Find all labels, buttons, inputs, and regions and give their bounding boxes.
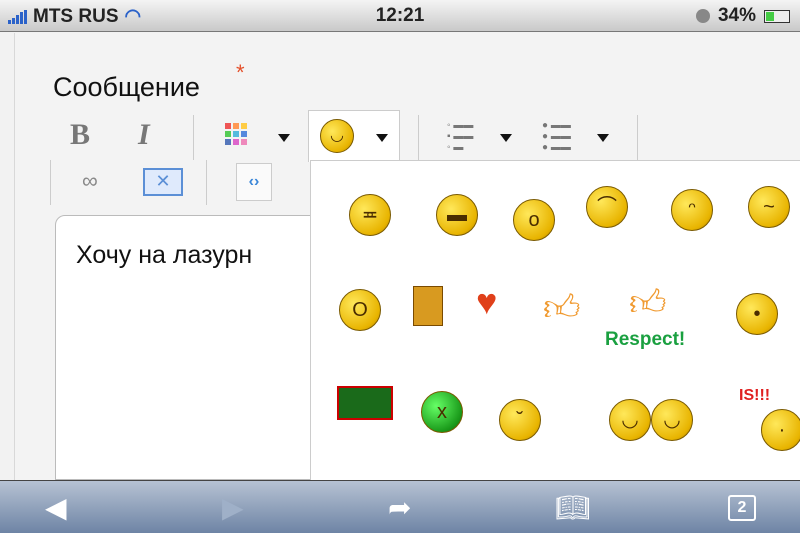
message-editor[interactable]: Хочу на лазурн — [55, 215, 335, 480]
tabs-button[interactable]: 2 — [728, 495, 756, 521]
emoji-angry-icon[interactable]: ≖ — [349, 194, 391, 236]
emoji-sad-icon[interactable]: ⌒ — [586, 186, 628, 228]
battery-percent: 34% — [717, 5, 756, 26]
emoji-shocked-icon[interactable]: O — [339, 289, 381, 331]
email-icon[interactable]: ✕ — [143, 168, 183, 196]
emoji-dropdown-arrow[interactable] — [376, 134, 388, 142]
emoji-respect-icon[interactable]: 👍︎ — [629, 281, 667, 325]
emoji-confused-icon[interactable]: ~ — [748, 186, 790, 228]
list-dropdown-arrow[interactable] — [500, 134, 512, 142]
emoji-blush-icon[interactable]: ᵔ — [671, 189, 713, 231]
italic-button[interactable]: I — [138, 118, 150, 152]
link-icon[interactable]: ∞ — [82, 168, 98, 194]
smiley-icon[interactable]: ◡ — [320, 119, 354, 153]
unordered-list-icon[interactable]: ◦ ▬▬ ▪ ▬▬ ◦ ▬ — [447, 120, 473, 153]
clock-time: 12:21 — [375, 5, 425, 26]
bold-button[interactable]: B — [70, 118, 90, 152]
forward-button[interactable]: ▶ — [222, 491, 244, 524]
ordered-list-icon[interactable]: ● ▬▬ ● ▬▬ ● ▬▬ — [542, 120, 571, 153]
emoji-headset-icon[interactable]: • — [736, 293, 778, 335]
emoji-wink-icon[interactable]: ˘ — [499, 399, 541, 441]
emoji-friends-icon[interactable]: ◡ — [609, 399, 651, 441]
ordered-list-dropdown-arrow[interactable] — [597, 134, 609, 142]
emoji-sign-icon[interactable]: · — [761, 409, 800, 451]
color-dropdown-arrow[interactable] — [278, 134, 290, 142]
emoji-heart-icon[interactable]: ♥ — [476, 281, 497, 323]
code-icon[interactable]: ‹› — [236, 163, 272, 201]
emoji-friends2-icon[interactable]: ◡ — [651, 399, 693, 441]
emoji-popup: ≖ ▬ o ⌒ ᵔ ~ O ♥ 👍︎ 👍︎ Respect! • x ˘ ◡ ◡… — [310, 160, 800, 480]
bookmarks-button[interactable]: 📖︎ — [555, 491, 591, 524]
message-label: Сообщение — [53, 72, 200, 102]
editor-text: Хочу на лазурн — [76, 241, 253, 269]
status-bar: MTS RUS ◠ 12:21 34% — [0, 0, 800, 32]
alarm-icon — [695, 9, 710, 23]
emoji-sick-icon[interactable]: x — [421, 391, 463, 433]
emoji-surprised-icon[interactable]: o — [513, 199, 555, 241]
back-button[interactable]: ◀ — [45, 491, 67, 524]
battery-icon — [764, 9, 790, 23]
required-mark: * — [236, 60, 245, 85]
emoji-gift-icon[interactable] — [337, 386, 393, 420]
emoji-sunglasses-icon[interactable]: ▬ — [436, 194, 478, 236]
emoji-is-label: IS!!! — [739, 387, 771, 404]
share-button[interactable]: ➦ — [388, 491, 411, 524]
browser-toolbar: ◀ ▶ ➦ 📖︎ 2 — [0, 480, 800, 533]
emoji-beer-icon[interactable] — [413, 286, 443, 326]
color-grid-icon[interactable] — [225, 123, 247, 145]
emoji-thumbsup-icon[interactable]: 👍︎ — [543, 286, 581, 330]
respect-label: Respect! — [605, 329, 686, 350]
